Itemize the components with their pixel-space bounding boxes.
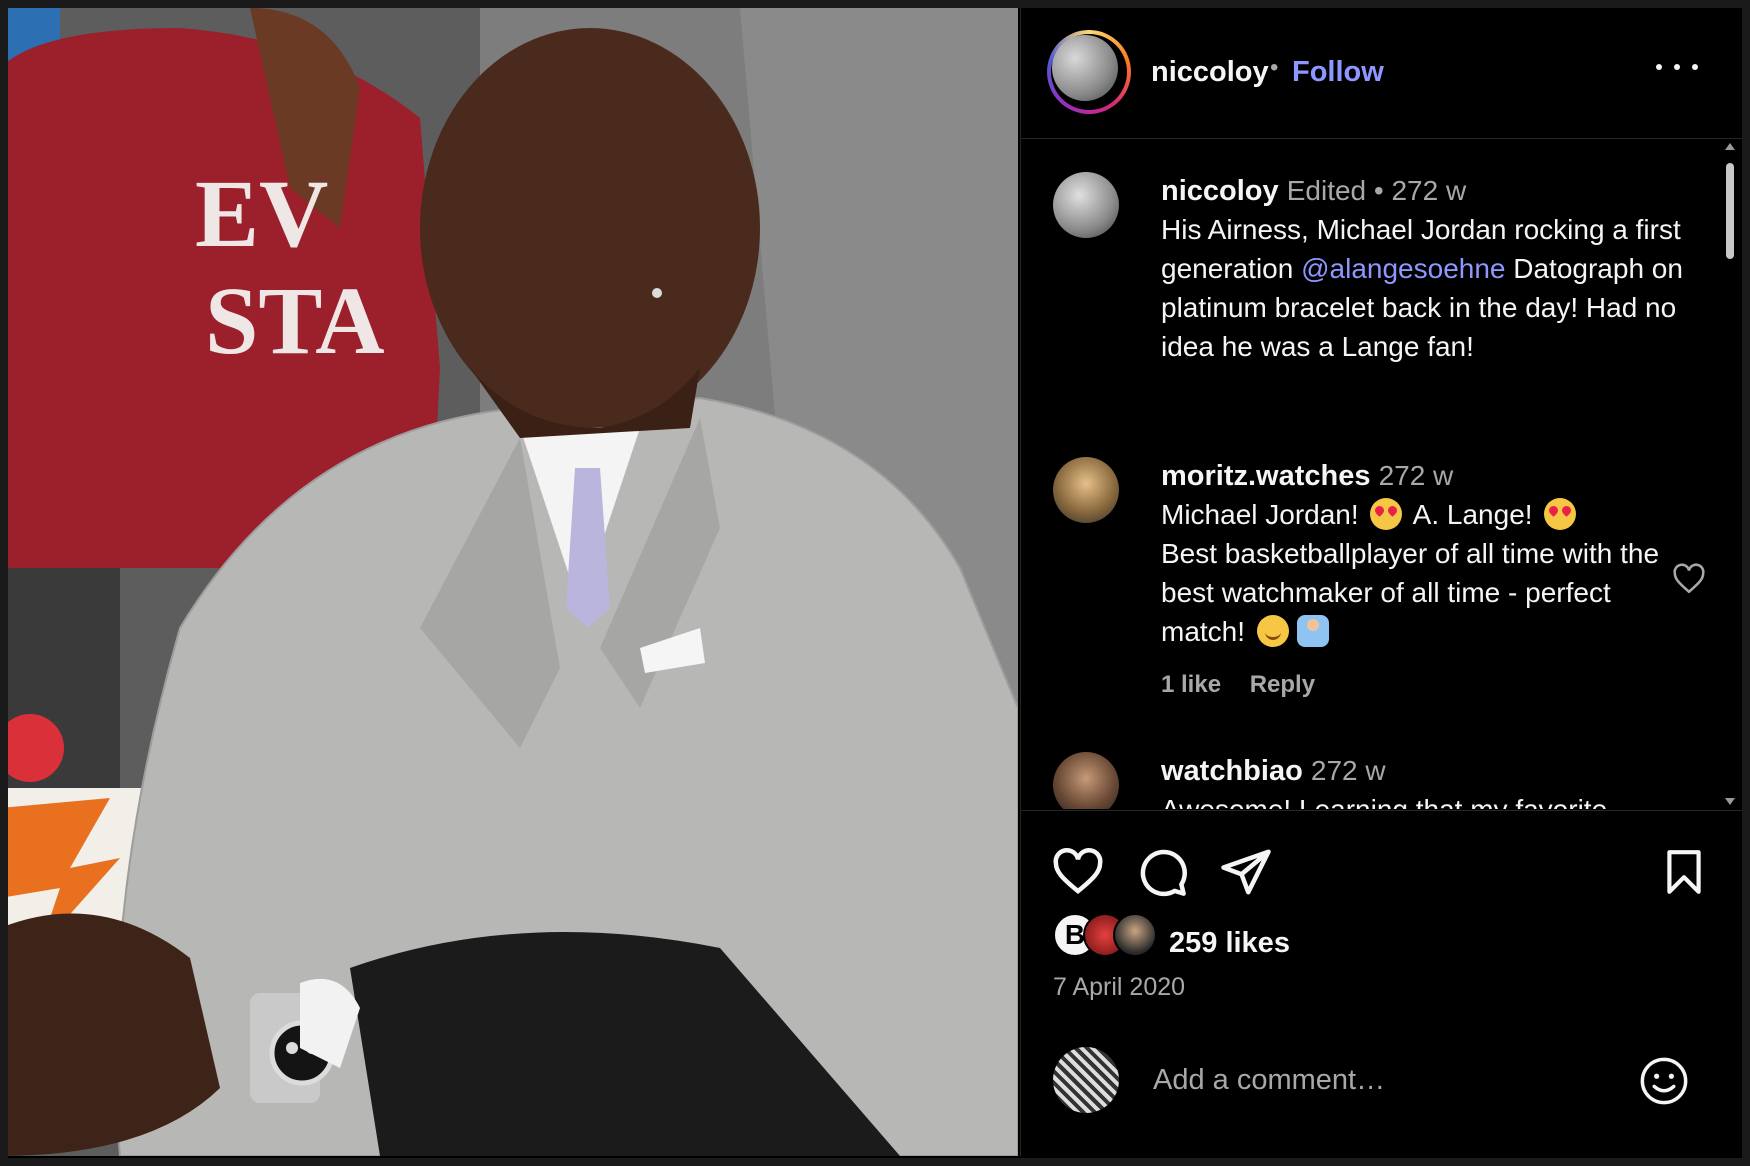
jacket-lettering-2: STA	[205, 267, 385, 374]
comment-meta: 272 w	[1378, 460, 1454, 491]
commenter-avatar[interactable]	[1053, 457, 1119, 523]
scroll-up-arrow-icon[interactable]	[1725, 143, 1735, 150]
send-icon[interactable]	[1219, 845, 1273, 899]
comment-like-heart-icon[interactable]	[1671, 562, 1707, 596]
commenter-username[interactable]: niccoloy	[1161, 175, 1279, 207]
heart-icon[interactable]	[1051, 845, 1105, 899]
post-date: 7 April 2020	[1053, 973, 1186, 1001]
comment-likes[interactable]: 1 like	[1161, 671, 1221, 698]
add-comment-bar	[1021, 1047, 1743, 1147]
author-username[interactable]: niccoloy	[1151, 56, 1269, 89]
bookmark-icon[interactable]	[1659, 845, 1709, 899]
comment-icon[interactable]	[1135, 845, 1189, 899]
add-comment-input[interactable]	[1151, 1057, 1625, 1103]
commenter-username[interactable]: watchbiao	[1161, 755, 1303, 787]
smiley-icon[interactable]	[1638, 1055, 1690, 1107]
heart-eyes-emoji-icon	[1544, 498, 1577, 530]
comment-text: Awesome! Learning that my favorite	[1161, 790, 1701, 809]
mention-link[interactable]: @alangesoehne	[1301, 253, 1505, 284]
comments-list[interactable]: niccoloy Edited • 272 w His Airness, Mic…	[1021, 139, 1743, 809]
smile-emoji-icon	[1256, 615, 1289, 647]
comment-meta: 272 w	[1310, 755, 1386, 786]
jacket-lettering: EV	[195, 160, 328, 267]
commenter-username[interactable]: moritz.watches	[1161, 460, 1371, 492]
more-horizontal-icon[interactable]	[1653, 50, 1701, 84]
author-avatar[interactable]	[1047, 30, 1131, 114]
comment-item: watchbiao 272 w Awesome! Learning that m…	[1053, 752, 1693, 809]
commenter-avatar[interactable]	[1053, 172, 1119, 238]
shrug-emoji-icon	[1296, 615, 1329, 647]
comment-text: Michael Jordan! A. Lange! Best basketbal…	[1161, 498, 1660, 647]
caption: niccoloy Edited • 272 w His Airness, Mic…	[1053, 172, 1693, 412]
caption-text: His Airness, Michael Jordan rocking a fi…	[1161, 214, 1683, 362]
reply-button[interactable]: Reply	[1250, 671, 1315, 698]
scroll-down-arrow-icon[interactable]	[1725, 798, 1735, 805]
current-user-avatar	[1053, 1047, 1119, 1113]
post-detail-panel: niccoloy • Follow niccoloy Edited • 272 …	[1020, 8, 1743, 1156]
likes-count[interactable]: 259 likes	[1169, 927, 1290, 960]
comment-item: moritz.watches 272 w Michael Jordan! A. …	[1053, 457, 1705, 698]
comments-scrollbar[interactable]	[1725, 139, 1735, 809]
comment-meta: Edited • 272 w	[1286, 175, 1467, 206]
post-photo[interactable]: EV STA	[0, 8, 1018, 1156]
commenter-avatar[interactable]	[1053, 752, 1119, 809]
scrollbar-thumb[interactable]	[1726, 163, 1734, 259]
post-header: niccoloy • Follow	[1021, 8, 1743, 139]
heart-eyes-emoji-icon	[1370, 498, 1403, 530]
post-actions-section: B 259 likes 7 April 2020	[1021, 810, 1743, 1157]
header-separator: •	[1270, 54, 1279, 81]
liker-avatar[interactable]	[1113, 913, 1157, 957]
follow-button[interactable]: Follow	[1292, 56, 1384, 89]
